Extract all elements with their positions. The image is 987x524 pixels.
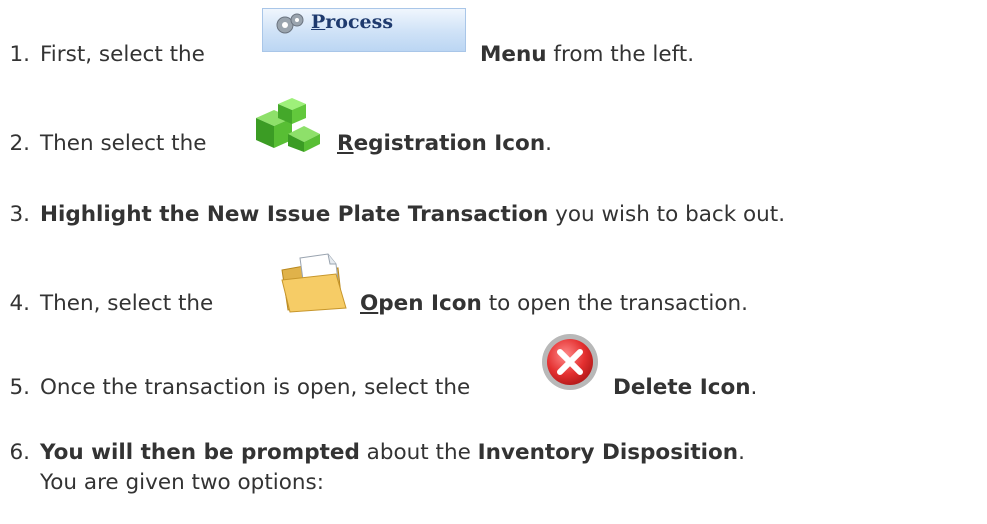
step-6: 6. You will then be prompted about the In…: [0, 440, 744, 465]
step-number: 5.: [9, 375, 30, 400]
step-number: 2.: [9, 131, 30, 156]
step-number: 6.: [9, 440, 30, 465]
step-5: 5. Once the transaction is open, select t…: [0, 375, 470, 400]
step-1: 1. First, select the: [0, 42, 205, 67]
registration-icon-label: Registration Icon: [337, 131, 546, 156]
green-cubes-icon: [256, 98, 320, 152]
step-1-rest: Menu from the left.: [480, 42, 695, 67]
step-5-rest: Delete Icon.: [613, 375, 758, 400]
menu-label: Menu: [480, 42, 547, 67]
step-4: 4. Then, select the: [0, 291, 213, 316]
step-2: 2. Then select the: [0, 131, 206, 156]
step-number: 3.: [9, 202, 30, 227]
open-icon-label: Open Icon: [360, 291, 482, 316]
step-text: First, select the: [40, 42, 205, 67]
step-2-rest: Registration Icon.: [337, 131, 552, 156]
step-3: 3. Highlight the New Issue Plate Transact…: [0, 202, 785, 227]
process-menu-button[interactable]: Process: [262, 8, 466, 52]
red-x-icon: [542, 334, 598, 390]
step-number: 4.: [9, 291, 30, 316]
step-6-line2: You are given two options:: [40, 470, 324, 495]
process-label: Process: [311, 11, 394, 33]
step-number: 1.: [9, 42, 30, 67]
delete-icon-label: Delete Icon: [613, 375, 751, 400]
folder-icon: [281, 253, 347, 313]
gear-icon: [276, 13, 304, 34]
step-4-rest: Open Icon to open the transaction.: [360, 291, 749, 316]
